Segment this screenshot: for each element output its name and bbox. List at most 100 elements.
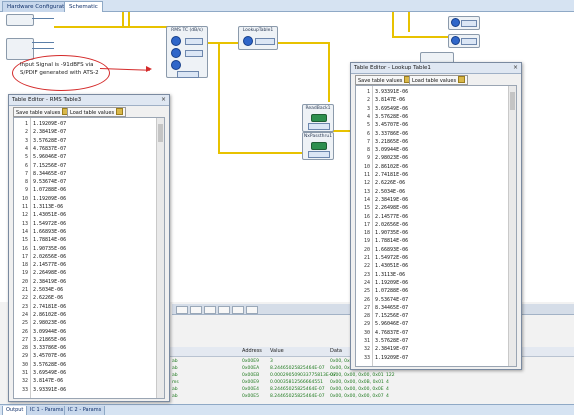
lookup-table-button[interactable] (255, 38, 275, 45)
mux-1-knob[interactable] (451, 18, 460, 27)
row-value[interactable]: 3.8147E-06 (375, 96, 405, 104)
row-value[interactable]: 3.57628E-07 (375, 337, 408, 345)
table-row[interactable]: 9 2.98023E-06 (356, 154, 508, 162)
table-row[interactable]: 25 1.07288E-06 (356, 287, 508, 295)
row-value[interactable]: 1.78814E-06 (375, 237, 408, 245)
row-value[interactable]: 1.19209E-07 (375, 354, 408, 362)
row-value[interactable]: 3.69549E-06 (33, 369, 66, 377)
row-value[interactable]: 3.33786E-06 (33, 344, 66, 352)
rms-save-table-button[interactable]: Save table values (13, 107, 73, 117)
toolbar-button[interactable] (232, 306, 244, 314)
row-value[interactable]: 2.86102E-06 (33, 311, 66, 319)
output-row[interactable]: ab 0x00EB 0.000290509033775813E-07 0x00,… (150, 372, 574, 379)
rms-table-scrollbar[interactable] (156, 118, 164, 398)
lookup-save-table-button[interactable]: Save table values (355, 75, 415, 85)
row-value[interactable]: 3.57628E-06 (375, 113, 408, 121)
table-row[interactable]: 5 3.45707E-06 (356, 121, 508, 129)
output-row[interactable]: ms 0x00E9 0.00035812566664551 0x00, 0x00… (150, 379, 574, 386)
table-row[interactable]: 13 1.54972E-06 (14, 220, 156, 228)
table-row[interactable]: 5 5.96046E-07 (14, 153, 156, 161)
row-value[interactable]: 1.07288E-06 (375, 287, 408, 295)
rms-knob-2[interactable] (171, 48, 181, 58)
row-value[interactable]: 1.78814E-06 (33, 236, 66, 244)
mux-2-select[interactable] (461, 38, 477, 45)
table-row[interactable]: 33 3.93391E-06 (14, 386, 156, 394)
tab-ic2-params[interactable]: IC 2 - Params (64, 406, 106, 415)
row-value[interactable]: 1.54972E-06 (375, 254, 408, 262)
table-row[interactable]: 2 2.38419E-07 (14, 128, 156, 136)
output-row[interactable]: ab 0x00E5 8.24465025825464E-07 0x00, 0x0… (150, 393, 574, 400)
row-value[interactable]: 2.74181E-06 (33, 303, 66, 311)
table-row[interactable]: 11 1.3113E-06 (14, 203, 156, 211)
row-value[interactable]: 2.98023E-06 (375, 154, 408, 162)
row-value[interactable]: 2.74181E-06 (375, 171, 408, 179)
row-value[interactable]: 2.6226E-06 (375, 179, 405, 187)
table-row[interactable]: 29 3.45707E-06 (14, 352, 156, 360)
row-value[interactable]: 7.15256E-07 (33, 162, 66, 170)
lookup-table-editor-window[interactable]: Table Editor - Lookup Table1 × Save tabl… (350, 62, 522, 370)
readback-block[interactable]: ReadBack1 (302, 104, 334, 132)
rms-value-2[interactable] (185, 50, 203, 57)
row-value[interactable]: 5.96046E-07 (375, 320, 408, 328)
row-value[interactable]: 4.76837E-07 (375, 329, 408, 337)
toolbar-button[interactable] (190, 306, 202, 314)
table-row[interactable]: 27 8.34465E-07 (356, 304, 508, 312)
table-row[interactable]: 12 2.6226E-06 (356, 179, 508, 187)
row-value[interactable]: 1.19209E-06 (33, 195, 66, 203)
table-row[interactable]: 16 1.90735E-06 (14, 245, 156, 253)
lookup-table-scrollbar[interactable] (508, 86, 516, 366)
mux-1-select[interactable] (461, 20, 477, 27)
table-row[interactable]: 10 2.86102E-06 (356, 163, 508, 171)
rms-table-editor-window[interactable]: Table Editor - RMS Table3 × Save table v… (8, 94, 170, 402)
toolbar-button[interactable] (204, 306, 216, 314)
table-row[interactable]: 4 4.76837E-07 (14, 145, 156, 153)
row-value[interactable]: 3.45707E-06 (375, 121, 408, 129)
table-row[interactable]: 14 2.38419E-06 (356, 196, 508, 204)
table-row[interactable]: 20 2.38419E-06 (14, 278, 156, 286)
input-block-middle[interactable] (6, 38, 34, 60)
row-value[interactable]: 2.86102E-06 (375, 163, 408, 171)
scrollbar-thumb[interactable] (158, 124, 163, 142)
table-row[interactable]: 21 2.5034E-06 (14, 286, 156, 294)
row-value[interactable]: 1.90735E-06 (375, 229, 408, 237)
row-value[interactable]: 1.90735E-06 (33, 245, 66, 253)
table-row[interactable]: 19 2.26498E-06 (14, 269, 156, 277)
toolbar-button[interactable] (246, 306, 258, 314)
row-value[interactable]: 8.34465E-07 (375, 304, 408, 312)
table-row[interactable]: 1 1.19209E-07 (14, 120, 156, 128)
row-value[interactable]: 2.14577E-06 (33, 261, 66, 269)
table-row[interactable]: 3 3.69549E-06 (356, 105, 508, 113)
lookup-block[interactable]: LookupTable1 (238, 26, 278, 50)
table-row[interactable]: 11 2.74181E-06 (356, 171, 508, 179)
toolbar-button[interactable] (218, 306, 230, 314)
table-row[interactable]: 23 1.3113E-06 (356, 271, 508, 279)
passthru-format[interactable] (308, 151, 330, 158)
row-value[interactable]: 2.38419E-06 (33, 278, 66, 286)
output-row[interactable]: ab 0x00E4 8.24465025825464E-07 0x00, 0x0… (150, 386, 574, 393)
readback-read-button[interactable] (311, 114, 327, 122)
table-row[interactable]: 7 8.34465E-07 (14, 170, 156, 178)
close-icon[interactable]: × (512, 64, 519, 71)
row-value[interactable]: 3.21865E-06 (375, 138, 408, 146)
mux-2-knob[interactable] (451, 36, 460, 45)
table-row[interactable]: 13 2.5034E-06 (356, 188, 508, 196)
table-row[interactable]: 8 3.09944E-06 (356, 146, 508, 154)
passthru-button[interactable] (311, 142, 327, 150)
table-row[interactable]: 12 1.43051E-06 (14, 211, 156, 219)
row-value[interactable]: 2.38419E-07 (33, 128, 66, 136)
table-row[interactable]: 22 1.43051E-06 (356, 262, 508, 270)
table-row[interactable]: 8 9.53674E-07 (14, 178, 156, 186)
table-row[interactable]: 20 1.66893E-06 (356, 246, 508, 254)
rms-knob-1[interactable] (171, 36, 181, 46)
table-row[interactable]: 25 2.98023E-06 (14, 319, 156, 327)
row-value[interactable]: 1.3113E-06 (33, 203, 63, 211)
row-value[interactable]: 2.5034E-06 (375, 188, 405, 196)
tab-schematic[interactable]: Schematic (64, 1, 103, 12)
table-row[interactable]: 4 3.57628E-06 (356, 113, 508, 121)
row-value[interactable]: 1.43051E-06 (375, 262, 408, 270)
table-row[interactable]: 21 1.54972E-06 (356, 254, 508, 262)
row-value[interactable]: 2.38419E-07 (375, 345, 408, 353)
row-value[interactable]: 5.96046E-07 (33, 153, 66, 161)
lookup-load-table-button[interactable]: Load table values (409, 75, 469, 85)
row-value[interactable]: 2.38419E-06 (375, 196, 408, 204)
